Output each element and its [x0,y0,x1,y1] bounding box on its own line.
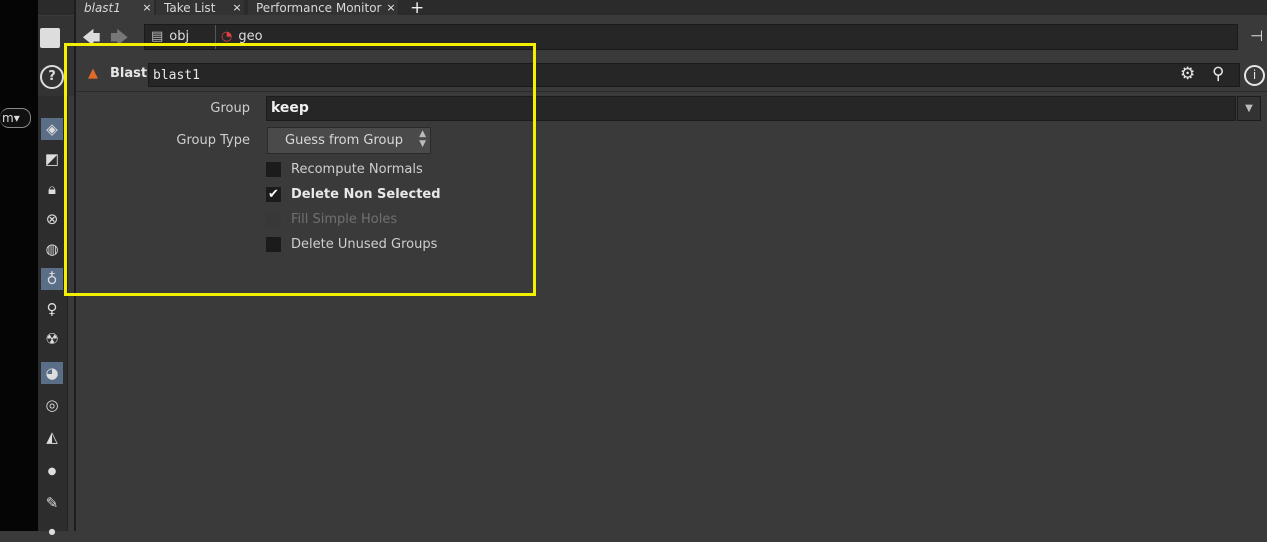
pin-icon[interactable]: ⊣ [1250,27,1263,45]
spot-light-icon[interactable]: ☢ [41,328,63,350]
breadcrumb-label: geo [238,29,263,44]
tab-label: Performance Monitor [256,0,382,15]
close-icon[interactable]: × [230,1,244,14]
highlight-box [64,43,536,296]
gear-icon[interactable]: ⚙ [1180,64,1195,84]
pane-tabbar: blast1 × Take List × Performance Monitor… [76,0,1267,18]
breadcrumb-obj[interactable]: ▤ obj [151,29,189,44]
point-light-icon[interactable]: ♀ [41,298,63,320]
close-icon[interactable]: × [140,1,154,14]
help-icon[interactable]: ? [40,65,64,89]
dot-icon-2[interactable]: ● [41,520,63,542]
tab-label: Take List [164,0,216,15]
dome-light-icon[interactable]: ◍ [41,238,63,260]
viewport-strip [0,0,38,531]
tab-blast1[interactable]: blast1 × [76,0,154,15]
tool-shelf: ◈ ◩ 🔒︎ ⊗ ◍ ♁ ♀ ☢ ◕ ◎ ◭ ● ✎ ● [38,96,67,536]
tab-performance-monitor[interactable]: Performance Monitor × [248,0,398,15]
lock-icon[interactable]: 🔒︎ [41,178,63,200]
stereo-camera-icon[interactable]: ◭ [41,426,63,448]
shading-icon[interactable] [40,28,60,48]
tab-take-list[interactable]: Take List × [156,0,244,15]
close-icon[interactable]: × [384,1,398,14]
geo-object-icon: ◔ [221,29,233,44]
info-icon[interactable]: i [1244,65,1265,86]
left-pane-dropdown[interactable]: m▾ [0,108,31,128]
layers-icon[interactable]: ◈ [41,118,63,140]
dot-icon[interactable]: ● [41,460,63,482]
breadcrumb-geo[interactable]: ◔ geo [221,29,263,44]
tab-label: blast1 [84,0,121,15]
eye-icon[interactable]: ◎ [41,394,63,416]
search-icon[interactable]: ⚲ [1212,64,1224,84]
uv-icon[interactable]: ◩ [41,148,63,170]
obj-network-icon: ▤ [151,29,164,44]
light-off-icon[interactable]: ⊗ [41,208,63,230]
breadcrumb-label: obj [169,29,190,44]
light-bulb-icon[interactable]: ♁ [41,268,63,290]
brush-icon[interactable]: ✎ [41,492,63,514]
chevron-down-icon[interactable]: ▼ [1237,96,1261,121]
camera-lights-icon[interactable]: ◕ [41,362,63,384]
